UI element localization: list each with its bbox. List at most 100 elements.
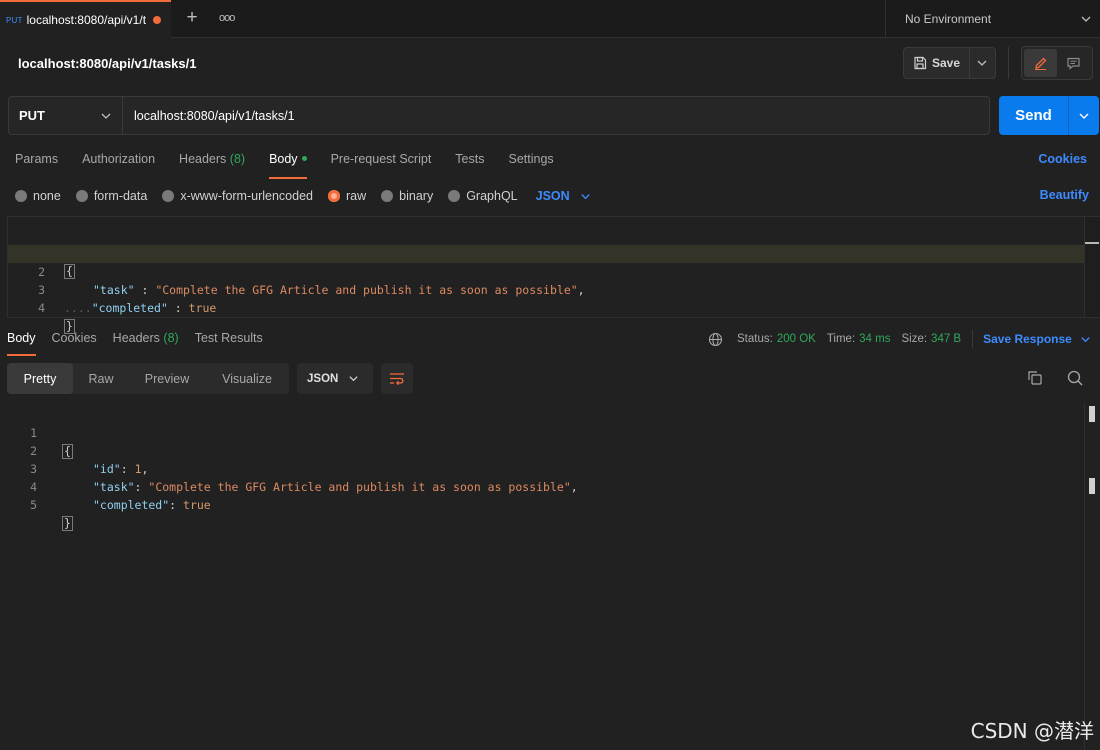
copy-button[interactable] (1026, 369, 1044, 390)
tab-body[interactable]: Body (269, 146, 307, 179)
wrap-lines-button[interactable] (381, 363, 413, 394)
radio-urlencoded[interactable]: x-www-form-urlencoded (162, 189, 313, 203)
tab-tests[interactable]: Tests (455, 146, 484, 176)
chevron-down-icon (1081, 336, 1090, 342)
view-tab-raw[interactable]: Raw (73, 363, 129, 394)
tab-params[interactable]: Params (15, 146, 58, 176)
body-format-select[interactable]: JSON (536, 189, 591, 203)
request-title[interactable]: localhost:8080/api/v1/tasks/1 (18, 56, 196, 71)
divider (972, 330, 974, 348)
response-tabs: Body Cookies Headers (8) Test Results (7, 325, 279, 356)
method-select[interactable]: PUT (9, 97, 123, 134)
json-colon: : (169, 498, 184, 512)
request-tabs: Params Authorization Headers (8) Body Pr… (15, 146, 578, 179)
scroll-marker (1089, 478, 1095, 494)
edit-mode-button[interactable] (1024, 49, 1057, 77)
send-button-group: Send (999, 96, 1099, 135)
status-value[interactable]: 200 OK (777, 333, 816, 345)
tab-headers[interactable]: Headers (8) (179, 146, 245, 176)
save-button-group: Save (903, 47, 996, 79)
save-options-button[interactable] (970, 48, 995, 78)
comment-icon (1067, 57, 1080, 70)
request-tab[interactable]: PUT localhost:8080/api/v1/t (0, 0, 171, 38)
view-tab-preview[interactable]: Preview (129, 363, 205, 394)
json-key: "completed" (93, 498, 170, 512)
code-line: 5 } (0, 478, 1076, 531)
request-editor-scrollbar[interactable] (1084, 217, 1100, 317)
save-label: Save (932, 56, 961, 70)
view-tab-visualize[interactable]: Visualize (205, 363, 289, 394)
time-value[interactable]: 34 ms (859, 333, 890, 345)
radio-selected-icon (328, 190, 340, 202)
json-key: "completed" (91, 301, 168, 315)
view-tab-pretty[interactable]: Pretty (7, 363, 73, 394)
cookies-link[interactable]: Cookies (1038, 152, 1087, 166)
method-value: PUT (19, 108, 45, 123)
response-tab-body[interactable]: Body (7, 325, 36, 356)
tab-body-label: Body (269, 152, 298, 166)
code-line: 1 { (8, 226, 1084, 279)
response-tab-test-results[interactable]: Test Results (195, 325, 263, 353)
code-line: 1 { (0, 406, 1076, 459)
globe-icon[interactable] (708, 332, 723, 347)
chevron-down-icon (101, 113, 111, 119)
response-tab-headers[interactable]: Headers (8) (113, 325, 179, 353)
radio-graphql[interactable]: GraphQL (448, 189, 518, 203)
response-editor-scrollbar[interactable] (1084, 404, 1100, 750)
search-icon (1067, 370, 1083, 386)
save-response-button[interactable]: Save Response (983, 332, 1091, 346)
send-button[interactable]: Send (999, 96, 1069, 135)
tab-authorization[interactable]: Authorization (82, 146, 155, 176)
unsaved-dot-icon (152, 16, 161, 24)
beautify-link[interactable]: Beautify (1040, 188, 1089, 202)
send-options-button[interactable] (1069, 96, 1099, 135)
radio-raw-label: raw (346, 189, 367, 203)
radio-binary-label: binary (399, 189, 434, 203)
search-button[interactable] (1066, 369, 1084, 390)
radio-none[interactable]: none (15, 189, 61, 203)
chevron-down-icon (977, 60, 987, 66)
json-separator: : (167, 301, 189, 315)
mode-toggle (1021, 46, 1093, 80)
copy-icon (1028, 371, 1042, 385)
size-value[interactable]: 347 B (931, 333, 961, 345)
chevron-down-icon (581, 193, 590, 199)
json-boolean: true (188, 301, 217, 315)
line-number: 4 (38, 301, 45, 315)
body-type-options: none form-data x-www-form-urlencoded raw… (15, 187, 591, 205)
url-input[interactable]: localhost:8080/api/v1/tasks/1 (123, 97, 989, 134)
tab-settings[interactable]: Settings (508, 146, 553, 176)
radio-circle-icon (448, 190, 461, 202)
radio-form-data-label: form-data (93, 189, 148, 203)
body-format-value: JSON (535, 189, 570, 203)
scroll-marker (1089, 406, 1095, 422)
tab-pre-request-script[interactable]: Pre-request Script (331, 146, 432, 176)
code-line: 3 ...."completed" : true (8, 263, 1084, 315)
radio-binary[interactable]: binary (381, 189, 433, 203)
more-tabs-icon[interactable]: ooo (219, 9, 235, 27)
radio-form-data[interactable]: form-data (75, 189, 148, 203)
radio-circle-icon (162, 190, 175, 202)
headers-count: (8) (229, 152, 246, 166)
radio-raw[interactable]: raw (328, 189, 366, 203)
chevron-down-icon (1081, 16, 1091, 22)
radio-none-label: none (33, 189, 61, 203)
comments-button[interactable] (1057, 49, 1090, 77)
environment-select[interactable]: No Environment (885, 0, 1100, 38)
response-tab-cookies[interactable]: Cookies (52, 325, 97, 353)
new-tab-button[interactable]: + (183, 7, 201, 29)
request-body-editor[interactable]: 1 { 2 "task" : "Complete the GFG Article… (7, 216, 1100, 334)
tab-title: localhost:8080/api/v1/t (26, 13, 147, 27)
radio-circle-icon (15, 190, 27, 202)
response-format-select[interactable]: JSON (297, 363, 373, 394)
response-headers-count: (8) (163, 331, 179, 345)
chevron-down-icon (349, 376, 358, 382)
response-body-editor[interactable]: 1 { 2 "id": 1, 3 "task": "Complete the G… (0, 404, 1100, 750)
toolbar-divider (1008, 47, 1009, 79)
tab-bar: PUT localhost:8080/api/v1/t + ooo No Env… (0, 0, 1100, 38)
pencil-icon (1035, 57, 1047, 70)
watermark: CSDN @潜洋 (970, 719, 1094, 743)
code-line-active: 2 "task" : "Complete the GFG Article and… (8, 245, 1084, 297)
code-line: 4 } (8, 281, 1084, 334)
save-button[interactable]: Save (904, 48, 970, 78)
